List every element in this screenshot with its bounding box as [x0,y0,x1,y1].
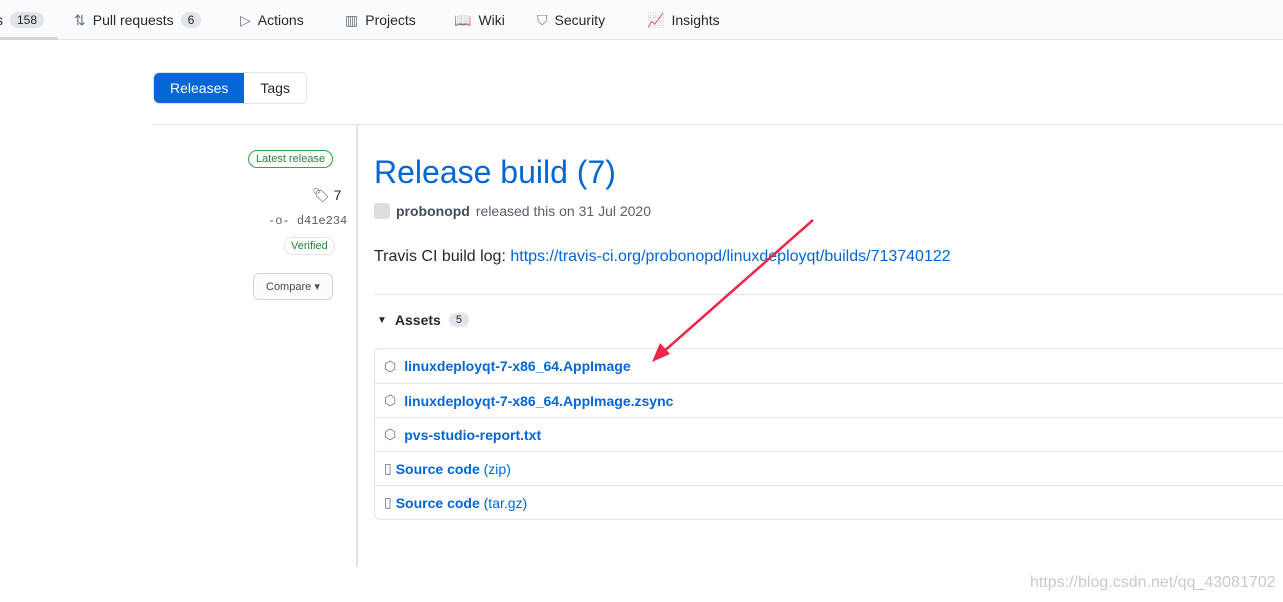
watermark: https://blog.csdn.net/qq_43081702 [1030,574,1276,591]
annotation-arrow [652,219,814,362]
